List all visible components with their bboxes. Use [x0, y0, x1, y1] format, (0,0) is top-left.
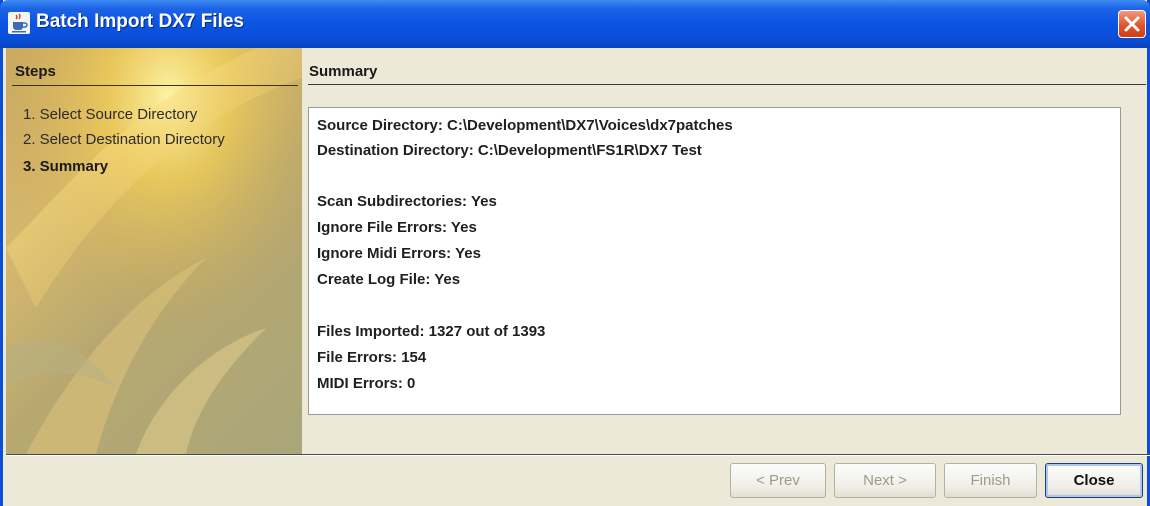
finish-button[interactable]: Finish — [944, 463, 1037, 498]
midi-errors-line: MIDI Errors: 0 — [317, 375, 416, 392]
prev-button[interactable]: < Prev — [730, 463, 826, 498]
close-icon — [1124, 16, 1140, 32]
window-title: Batch Import DX7 Files — [36, 11, 244, 32]
button-bar-divider-highlight — [6, 455, 1150, 456]
title-bar[interactable]: Batch Import DX7 Files — [0, 0, 1150, 48]
summary-text-area[interactable]: Source Directory: C:\Development\DX7\Voi… — [308, 107, 1121, 415]
summary-header: Summary — [309, 63, 378, 80]
step-summary: 3. Summary — [23, 158, 109, 175]
files-imported-line: Files Imported: 1327 out of 1393 — [317, 323, 546, 340]
steps-divider — [12, 85, 298, 86]
ignore-file-errors-line: Ignore File Errors: Yes — [317, 219, 477, 236]
batch-import-dialog: Batch Import DX7 Files Steps 1. Select S… — [0, 0, 1150, 506]
ignore-midi-errors-line: Ignore Midi Errors: Yes — [317, 245, 481, 262]
source-directory-line: Source Directory: C:\Development\DX7\Voi… — [317, 117, 733, 134]
steps-header: Steps — [15, 63, 56, 80]
scan-subdirectories-line: Scan Subdirectories: Yes — [317, 193, 497, 210]
close-button[interactable]: Close — [1045, 463, 1143, 498]
next-button[interactable]: Next > — [834, 463, 936, 498]
java-cup-icon — [8, 12, 30, 34]
step-select-destination: 2. Select Destination Directory — [23, 131, 225, 148]
file-errors-line: File Errors: 154 — [317, 349, 427, 366]
close-window-button[interactable] — [1118, 10, 1146, 38]
steps-pane: Steps 1. Select Source Directory 2. Sele… — [6, 48, 302, 454]
summary-divider — [308, 84, 1146, 85]
step-select-source: 1. Select Source Directory — [23, 106, 198, 123]
create-log-file-line: Create Log File: Yes — [317, 271, 461, 288]
destination-directory-line: Destination Directory: C:\Development\FS… — [317, 142, 702, 159]
